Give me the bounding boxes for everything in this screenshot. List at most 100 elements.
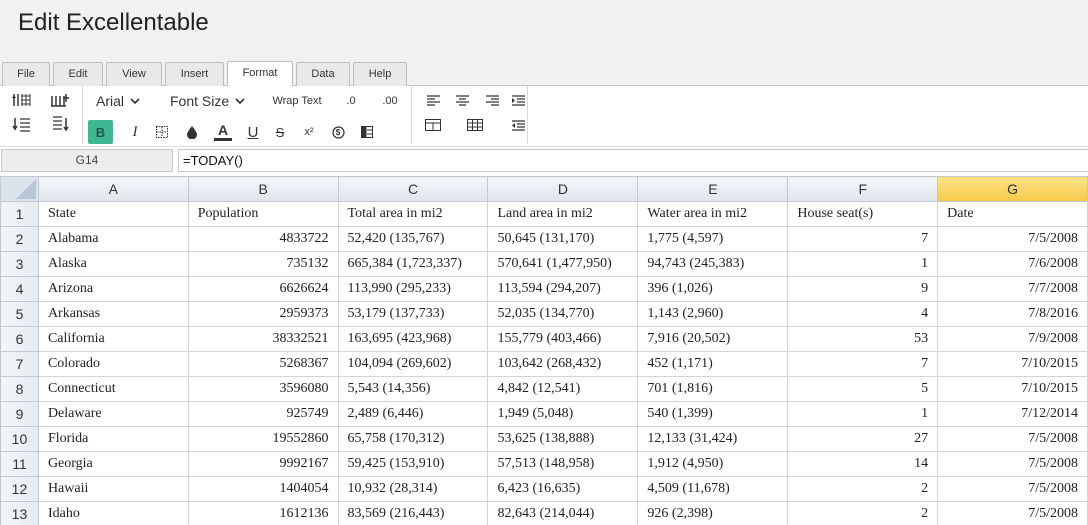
cell[interactable]: 7/9/2008 bbox=[937, 326, 1088, 352]
cell[interactable]: 4833722 bbox=[187, 226, 339, 252]
cell[interactable]: 14 bbox=[787, 451, 939, 477]
column-header[interactable]: E bbox=[637, 176, 789, 202]
cell[interactable]: Delaware bbox=[37, 401, 189, 427]
row-header[interactable]: 5 bbox=[0, 301, 39, 327]
cell[interactable]: 1612136 bbox=[187, 501, 339, 525]
cell[interactable]: 53,179 (137,733) bbox=[337, 301, 489, 327]
currency-button[interactable]: $ bbox=[329, 122, 347, 142]
cell[interactable]: 6,423 (16,635) bbox=[487, 476, 639, 502]
cell[interactable]: 7/5/2008 bbox=[937, 426, 1088, 452]
cell[interactable]: 7/5/2008 bbox=[937, 476, 1088, 502]
cell[interactable]: 53,625 (138,888) bbox=[487, 426, 639, 452]
cell[interactable]: 701 (1,816) bbox=[637, 376, 789, 402]
cell[interactable]: 6626624 bbox=[187, 276, 339, 302]
row-header[interactable]: 3 bbox=[0, 251, 39, 277]
cell[interactable]: Date bbox=[937, 201, 1088, 227]
cell[interactable]: 113,990 (295,233) bbox=[337, 276, 489, 302]
cell[interactable]: Colorado bbox=[37, 351, 189, 377]
cell[interactable]: 7,916 (20,502) bbox=[637, 326, 789, 352]
cell[interactable]: 113,594 (294,207) bbox=[487, 276, 639, 302]
cell[interactable]: 94,743 (245,383) bbox=[637, 251, 789, 277]
cell[interactable]: 665,384 (1,723,337) bbox=[337, 251, 489, 277]
tab-file[interactable]: File bbox=[2, 62, 50, 86]
cell[interactable]: 12,133 (31,424) bbox=[637, 426, 789, 452]
cell[interactable]: 2 bbox=[787, 476, 939, 502]
cell[interactable]: 5,543 (14,356) bbox=[337, 376, 489, 402]
cell[interactable]: 9992167 bbox=[187, 451, 339, 477]
cell[interactable]: Water area in mi2 bbox=[637, 201, 789, 227]
column-header[interactable]: C bbox=[337, 176, 489, 202]
cell[interactable]: 7/12/2014 bbox=[937, 401, 1088, 427]
cell[interactable]: 4 bbox=[787, 301, 939, 327]
cell[interactable]: 1 bbox=[787, 251, 939, 277]
row-header[interactable]: 9 bbox=[0, 401, 39, 427]
align-center-icon[interactable] bbox=[453, 91, 471, 109]
cell[interactable]: 2 bbox=[787, 501, 939, 525]
row-header[interactable]: 8 bbox=[0, 376, 39, 402]
cell[interactable]: Idaho bbox=[37, 501, 189, 525]
cell[interactable]: 163,695 (423,968) bbox=[337, 326, 489, 352]
borders-icon[interactable] bbox=[153, 122, 171, 142]
cell[interactable]: 59,425 (153,910) bbox=[337, 451, 489, 477]
column-header[interactable]: F bbox=[787, 176, 939, 202]
merge-cells-icon[interactable] bbox=[424, 116, 442, 134]
cell[interactable]: 452 (1,171) bbox=[637, 351, 789, 377]
increase-decimal-button[interactable]: .00 bbox=[377, 90, 403, 112]
row-header[interactable]: 7 bbox=[0, 351, 39, 377]
cell[interactable]: 7/5/2008 bbox=[937, 451, 1088, 477]
underline-button[interactable]: U bbox=[244, 122, 262, 142]
indent-icon[interactable] bbox=[509, 91, 527, 109]
cell[interactable]: 4,842 (12,541) bbox=[487, 376, 639, 402]
cell[interactable]: 7 bbox=[787, 351, 939, 377]
cell[interactable]: Alaska bbox=[37, 251, 189, 277]
align-left-icon[interactable] bbox=[424, 91, 442, 109]
formula-input[interactable]: =TODAY() bbox=[178, 149, 1088, 172]
delete-row-icon[interactable] bbox=[10, 114, 34, 134]
tab-view[interactable]: View bbox=[106, 62, 162, 86]
cell[interactable]: 83,569 (216,443) bbox=[337, 501, 489, 525]
cell[interactable]: 82,643 (214,044) bbox=[487, 501, 639, 525]
tab-format[interactable]: Format bbox=[227, 61, 293, 86]
cell[interactable]: 38332521 bbox=[187, 326, 339, 352]
column-header[interactable]: D bbox=[487, 176, 639, 202]
cell[interactable]: 7/10/2015 bbox=[937, 376, 1088, 402]
row-header[interactable]: 12 bbox=[0, 476, 39, 502]
tab-insert[interactable]: Insert bbox=[165, 62, 224, 86]
cell[interactable]: 735132 bbox=[187, 251, 339, 277]
cell[interactable]: Alabama bbox=[37, 226, 189, 252]
align-right-icon[interactable] bbox=[483, 91, 501, 109]
cell[interactable]: 57,513 (148,958) bbox=[487, 451, 639, 477]
delete-column-icon[interactable] bbox=[48, 114, 72, 134]
cell[interactable]: 570,641 (1,477,950) bbox=[487, 251, 639, 277]
cell[interactable]: State bbox=[37, 201, 189, 227]
row-header[interactable]: 6 bbox=[0, 326, 39, 352]
cell[interactable]: 1,775 (4,597) bbox=[637, 226, 789, 252]
cell[interactable]: Population bbox=[187, 201, 339, 227]
cell[interactable]: 396 (1,026) bbox=[637, 276, 789, 302]
cell[interactable]: 925749 bbox=[187, 401, 339, 427]
column-header[interactable]: A bbox=[37, 176, 189, 202]
cell[interactable]: 1,912 (4,950) bbox=[637, 451, 789, 477]
cell[interactable]: 1,949 (5,048) bbox=[487, 401, 639, 427]
strikethrough-button[interactable]: S bbox=[271, 122, 289, 142]
column-header[interactable]: B bbox=[187, 176, 339, 202]
tab-help[interactable]: Help bbox=[353, 62, 407, 86]
cell[interactable]: 103,642 (268,432) bbox=[487, 351, 639, 377]
cell[interactable]: 1,143 (2,960) bbox=[637, 301, 789, 327]
insert-row-above-icon[interactable] bbox=[10, 90, 34, 110]
fill-color-icon[interactable] bbox=[183, 122, 201, 142]
cell[interactable]: 53 bbox=[787, 326, 939, 352]
cell[interactable]: 926 (2,398) bbox=[637, 501, 789, 525]
column-header-active[interactable]: G bbox=[937, 176, 1088, 202]
bold-button[interactable]: B bbox=[88, 120, 113, 144]
cell[interactable]: 2,489 (6,446) bbox=[337, 401, 489, 427]
tab-data[interactable]: Data bbox=[296, 62, 350, 86]
cell[interactable]: 10,932 (28,314) bbox=[337, 476, 489, 502]
tab-edit[interactable]: Edit bbox=[53, 62, 103, 86]
decrease-decimal-button[interactable]: .0 bbox=[340, 90, 362, 112]
row-header[interactable]: 13 bbox=[0, 501, 39, 525]
cell[interactable]: 2959373 bbox=[187, 301, 339, 327]
format-cells-icon[interactable] bbox=[358, 122, 376, 142]
outdent-icon[interactable] bbox=[509, 116, 527, 134]
cell[interactable]: Arizona bbox=[37, 276, 189, 302]
